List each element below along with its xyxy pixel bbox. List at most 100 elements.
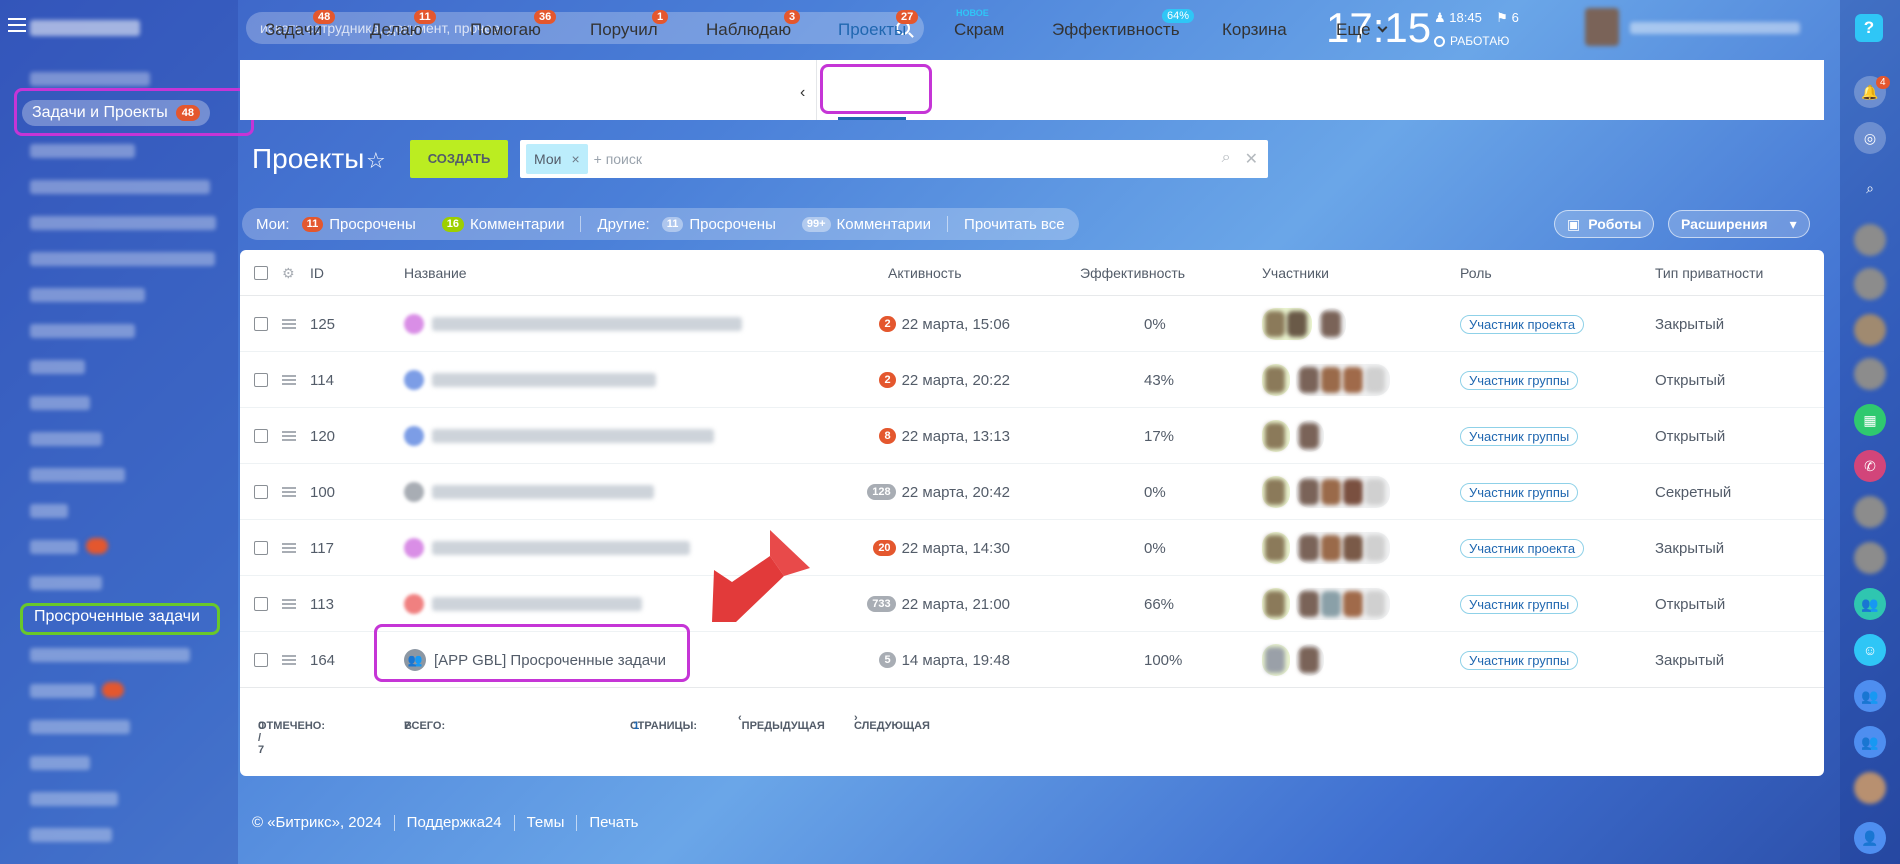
sidebar-item[interactable] [30,72,150,86]
themes-link[interactable]: Темы [527,814,565,831]
avatar[interactable] [1343,591,1363,617]
sidebar-item[interactable] [30,504,68,518]
members-cell[interactable] [1262,408,1324,464]
create-button[interactable]: СОЗДАТЬ [410,140,508,178]
filter-chip[interactable]: Мои × [526,144,588,174]
avatar[interactable] [1321,367,1341,393]
project-name-cell[interactable] [404,464,654,520]
select-all-checkbox[interactable] [254,266,268,280]
mine-comments-link[interactable]: Комментарии [470,216,564,233]
row-menu-icon[interactable] [282,597,296,611]
avatar[interactable] [1321,479,1341,505]
avatar[interactable] [1299,535,1319,561]
print-link[interactable]: Печать [589,814,638,831]
column-id[interactable]: ID [310,250,324,296]
members-cell[interactable] [1262,296,1346,352]
avatar[interactable] [1365,591,1385,617]
search-icon[interactable]: ⌕ [1854,172,1886,204]
avatar[interactable] [1854,314,1886,346]
group-icon[interactable]: 👥 [1854,726,1886,758]
sidebar-item[interactable] [30,288,145,302]
chat-icon[interactable]: ◎ [1854,122,1886,154]
close-icon[interactable]: ✕ [1245,149,1258,169]
sidebar-item[interactable] [30,360,85,374]
avatar[interactable] [1299,367,1319,393]
column-role[interactable]: Роль [1460,250,1492,296]
sidebar-item[interactable] [30,756,90,770]
avatar[interactable] [1343,479,1363,505]
tab-trash[interactable]: Корзина [1222,0,1287,60]
members-cell[interactable] [1262,632,1324,688]
star-icon[interactable]: ☆ [366,148,386,174]
avatar[interactable] [1265,591,1285,617]
row-menu-icon[interactable] [282,317,296,331]
page-number[interactable]: 1 [633,720,639,732]
group-icon[interactable]: 👥 [1854,588,1886,620]
project-name-cell[interactable] [404,296,742,352]
members-cell[interactable] [1262,464,1390,520]
tab-doing[interactable]: Делаю 11 [370,0,436,60]
row-menu-icon[interactable] [282,373,296,387]
avatar[interactable] [1365,479,1385,505]
row-checkbox[interactable] [254,317,268,331]
avatar[interactable] [1299,423,1319,449]
row-menu-icon[interactable] [282,541,296,555]
help-button[interactable]: ? [1855,14,1883,42]
table-row[interactable]: 125 2 22 марта, 15:06 0% Участник проекта Зак… [240,296,1824,352]
extensions-button[interactable]: Расширения ▾ [1668,210,1810,238]
support-link[interactable]: Поддержка24 [407,814,502,831]
project-name-cell[interactable] [404,352,656,408]
user-name[interactable] [1630,22,1800,34]
sidebar-item[interactable] [30,180,210,194]
close-icon[interactable]: × [571,144,579,174]
global-search-input[interactable]: искать сотрудника, документ, прочее... [246,12,924,44]
sidebar-item[interactable] [30,576,102,590]
table-row[interactable]: 117 20 22 марта, 14:30 0% Участник проекта За… [240,520,1824,576]
row-checkbox[interactable] [254,653,268,667]
avatar[interactable] [1854,358,1886,390]
avatar[interactable] [1854,772,1886,804]
tab-scrum[interactable]: Скрам НОВОЕ [954,0,1004,60]
tab-more[interactable]: Еще [1336,0,1388,60]
sidebar-item[interactable] [30,144,135,158]
work-status[interactable]: РАБОТАЮ [1434,34,1509,48]
row-checkbox[interactable] [254,541,268,555]
table-row[interactable]: 100 128 22 марта, 20:42 0% Участник группы Се… [240,464,1824,520]
row-menu-icon[interactable] [282,485,296,499]
column-activity[interactable]: Активность [888,250,962,296]
prev-page-link[interactable]: ‹ ПРЕДЫДУЩАЯ [738,712,825,732]
calendar-icon[interactable]: ▦ [1854,404,1886,436]
column-name[interactable]: Название [404,250,467,296]
menu-icon[interactable] [8,18,26,32]
read-all-link[interactable]: Прочитать все [964,216,1065,233]
mine-overdue-link[interactable]: Просрочены [329,216,416,233]
avatar[interactable] [1265,535,1285,561]
next-page-link[interactable]: СЛЕДУЮЩАЯ › [854,712,930,732]
project-name-link[interactable] [432,597,642,611]
sidebar-item[interactable] [30,828,112,842]
project-name-link[interactable] [432,317,742,331]
members-cell[interactable] [1262,576,1390,632]
sidebar-item[interactable] [30,468,125,482]
user-icon[interactable]: 👤 [1854,822,1886,854]
sidebar-item[interactable] [30,792,118,806]
other-comments-link[interactable]: Комментарии [837,216,931,233]
avatar[interactable] [1854,268,1886,300]
project-name-link[interactable] [432,429,714,443]
phone-icon[interactable]: ✆ [1854,450,1886,482]
chevron-left-icon[interactable]: ‹ [800,84,805,102]
members-cell[interactable] [1262,352,1390,408]
sidebar-item[interactable] [30,540,78,554]
tab-efficiency[interactable]: Эффективность 64% [1052,0,1195,60]
row-menu-icon[interactable] [282,653,296,667]
project-name-cell[interactable] [404,408,714,464]
avatar[interactable] [1321,591,1341,617]
avatar[interactable] [1265,311,1285,337]
sidebar-item[interactable] [30,432,102,446]
tab-tasks[interactable]: Задачи 48 [265,0,336,60]
avatar[interactable] [1299,647,1319,673]
project-name-link[interactable] [432,541,690,555]
avatar[interactable] [1265,367,1285,393]
gear-icon[interactable]: ⚙ [282,265,295,282]
sidebar-item-tasks-projects[interactable]: Задачи и Проекты 48 [22,100,210,126]
